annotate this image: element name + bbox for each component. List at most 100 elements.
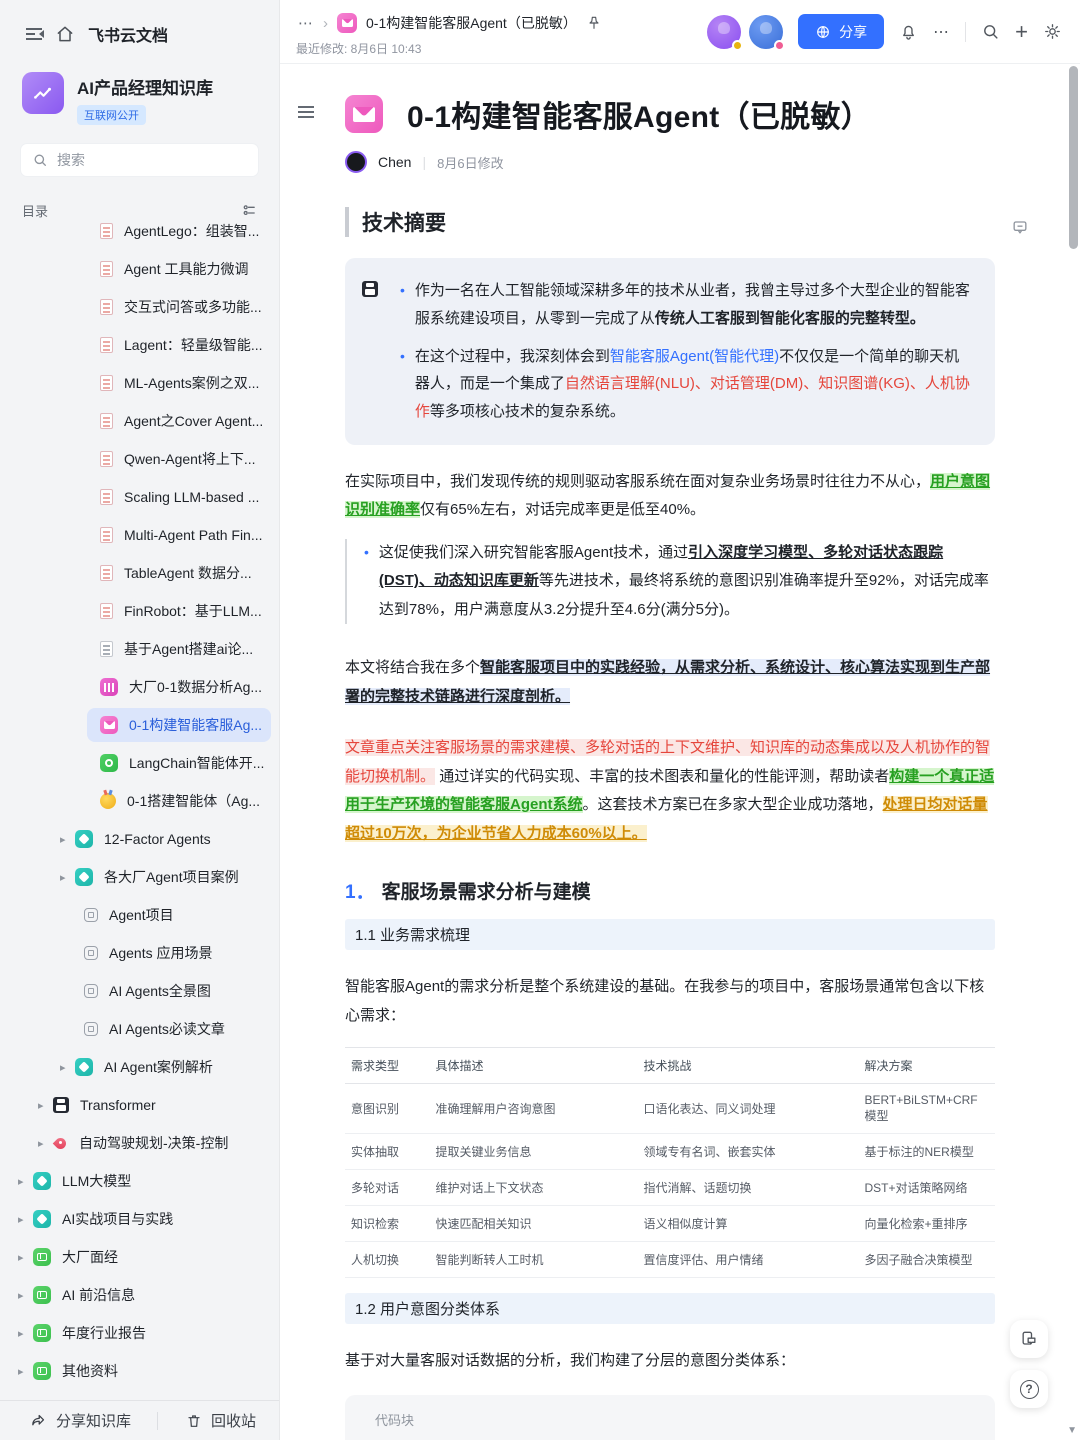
scrollbar-thumb[interactable] — [1069, 66, 1078, 249]
author-name[interactable]: Chen — [378, 154, 411, 170]
share-kb-button[interactable]: 分享知识库 — [30, 1410, 131, 1431]
sidebar-item[interactable]: ▸Transformer — [0, 1086, 279, 1124]
collapse-sidebar-icon[interactable] — [26, 28, 42, 40]
globe-icon — [815, 24, 831, 40]
search-placeholder: 搜索 — [57, 150, 85, 170]
trash-button[interactable]: 回收站 — [186, 1410, 256, 1431]
sidebar-item[interactable]: Agent之Cover Agent... — [0, 402, 279, 440]
create-new-button[interactable]: + — [1015, 21, 1028, 43]
knowledge-base-header[interactable]: AI产品经理知识库 互联网公开 — [0, 46, 279, 125]
chevron-right-icon[interactable]: ▸ — [60, 871, 75, 884]
diamond-app-icon — [75, 868, 93, 886]
comment-panel-button[interactable] — [1010, 1320, 1048, 1358]
search-icon[interactable] — [981, 22, 1000, 41]
modified-date: 8月6日修改 — [437, 153, 503, 172]
settings-gear-icon[interactable] — [1043, 22, 1062, 41]
doc-mail-icon — [345, 95, 383, 133]
doc-icon — [100, 375, 113, 391]
sidebar-item[interactable]: Agent项目 — [0, 896, 279, 934]
sidebar-item[interactable]: Lagent：轻量级智能... — [0, 326, 279, 364]
pin-icon[interactable] — [586, 15, 602, 31]
diamond-app-icon — [33, 1172, 51, 1190]
page-title: 0-1构建智能客服Agent（已脱敏） — [407, 92, 871, 136]
sidebar-item[interactable]: Agent 工具能力微调 — [0, 250, 279, 288]
chevron-right-icon[interactable]: ▸ — [38, 1099, 53, 1112]
avatar[interactable] — [707, 15, 741, 49]
doc-icon — [100, 413, 113, 429]
sidebar-item[interactable]: 0-1搭建智能体（Ag... — [0, 782, 279, 820]
sidebar-item[interactable]: Scaling LLM-based ... — [0, 478, 279, 516]
sidebar-item[interactable]: ▸LLM大模型 — [0, 1162, 279, 1200]
chevron-right-icon[interactable]: ▸ — [18, 1175, 33, 1188]
floppy-disk-icon — [362, 281, 378, 297]
sidebar-item[interactable]: ▸AI Agent案例解析 — [0, 1048, 279, 1086]
sidebar-item[interactable]: AI Agents必读文章 — [0, 1010, 279, 1048]
sidebar-item[interactable]: ML-Agents案例之双... — [0, 364, 279, 402]
chevron-right-icon[interactable]: ▸ — [60, 833, 75, 846]
chevron-right-icon[interactable]: ▸ — [60, 1061, 75, 1074]
mail-app-icon — [100, 716, 118, 734]
doc-icon — [100, 299, 113, 315]
sidebar-item[interactable]: ▸12-Factor Agents — [0, 820, 279, 858]
notification-bell-icon[interactable] — [899, 22, 918, 41]
sidebar-item[interactable]: ▸AI 前沿信息 — [0, 1276, 279, 1314]
doc-icon — [100, 527, 113, 543]
chevron-right-icon[interactable]: ▸ — [18, 1213, 33, 1226]
chevron-right-icon[interactable]: ▸ — [38, 1137, 53, 1150]
doc-icon — [100, 337, 113, 353]
sidebar-item[interactable]: 交互式问答或多功能... — [0, 288, 279, 326]
sidebar-item-current-doc[interactable]: 0-1构建智能客服Ag... — [0, 706, 279, 744]
divider: | — [422, 154, 426, 170]
sidebar-item[interactable]: ▸AI实战项目与实践 — [0, 1200, 279, 1238]
share-button[interactable]: 分享 — [798, 14, 884, 49]
requirements-table: 需求类型 具体描述 技术挑战 解决方案 意图识别准确理解用户咨询意图口语化表达、… — [345, 1047, 995, 1278]
more-menu-button[interactable]: ⋯ — [933, 22, 950, 42]
table-row: 实体抽取提取关键业务信息领域专有名词、嵌套实体基于标注的NER模型 — [345, 1134, 995, 1170]
sidebar-item[interactable]: ▸年度行业报告 — [0, 1314, 279, 1352]
book-app-icon — [33, 1362, 51, 1380]
sidebar-item[interactable]: 基于Agent搭建ai论... — [0, 630, 279, 668]
doc-icon — [100, 223, 113, 239]
sidebar-item[interactable]: AgentLego：组装智... — [0, 212, 279, 250]
scrollbar-down-arrow[interactable]: ▼ — [1067, 1425, 1077, 1436]
search-input[interactable]: 搜索 — [20, 143, 259, 177]
sidebar-item[interactable]: LLM底层技术原理轻松入门 — [0, 1390, 279, 1400]
sidebar-item[interactable]: Multi-Agent Path Fin... — [0, 516, 279, 554]
grid-icon — [84, 946, 98, 960]
sidebar-item[interactable]: ▸其他资料 — [0, 1352, 279, 1390]
bullet-icon: • — [364, 539, 369, 625]
paragraph: 在实际项目中，我们发现传统的规则驱动客服系统在面对复杂业务场景时往往力不从心，用… — [345, 468, 995, 525]
sidebar-item[interactable]: FinRobot：基于LLM... — [0, 592, 279, 630]
sidebar-item[interactable]: ▸大厂面经 — [0, 1238, 279, 1276]
breadcrumb-more-button[interactable]: ⋯ — [298, 14, 314, 32]
home-icon[interactable] — [55, 24, 75, 44]
doc-canvas: 0-1构建智能客服Agent（已脱敏） Chen | 8月6日修改 技术摘要 •… — [280, 64, 1080, 1440]
diamond-app-icon — [33, 1210, 51, 1228]
margin-comment-icon[interactable] — [1010, 217, 1030, 242]
chevron-right-icon[interactable]: ▸ — [18, 1327, 33, 1340]
knowledge-base-title: AI产品经理知识库 — [77, 72, 213, 99]
chevron-right-icon[interactable]: ▸ — [18, 1251, 33, 1264]
floppy-disk-icon — [53, 1097, 69, 1113]
breadcrumb-doc-title[interactable]: 0-1构建智能客服Agent（已脱敏） — [366, 13, 577, 33]
sidebar-item[interactable]: AI Agents全景图 — [0, 972, 279, 1010]
sidebar-item[interactable]: ▸自动驾驶规划-决策-控制 — [0, 1124, 279, 1162]
sidebar-item[interactable]: Agents 应用场景 — [0, 934, 279, 972]
chevron-right-icon[interactable]: ▸ — [18, 1289, 33, 1302]
sidebar-item[interactable]: 大厂0-1数据分析Ag... — [0, 668, 279, 706]
link-text[interactable]: 智能客服Agent(智能代理) — [610, 348, 779, 365]
doc-outline-icon[interactable] — [298, 106, 314, 118]
doc-icon — [100, 261, 113, 277]
sidebar-item[interactable]: ▸各大厂Agent项目案例 — [0, 858, 279, 896]
sidebar-item[interactable]: TableAgent 数据分... — [0, 554, 279, 592]
doc-meta-row: Chen | 8月6日修改 — [345, 151, 995, 173]
sidebar-item[interactable]: Qwen-Agent将上下... — [0, 440, 279, 478]
grid-icon — [84, 908, 98, 922]
help-button[interactable]: ? — [1010, 1370, 1048, 1408]
callout-block: • 作为一名在人工智能领域深耕多年的技术从业者，我曾主导过多个大型企业的智能客服… — [345, 258, 995, 445]
avatar[interactable] — [749, 15, 783, 49]
sidebar-item[interactable]: LangChain智能体开... — [0, 744, 279, 782]
author-avatar[interactable] — [345, 151, 367, 173]
last-modified-text: 最近修改: 8月6日 10:43 — [296, 40, 421, 57]
chevron-right-icon[interactable]: ▸ — [18, 1365, 33, 1378]
